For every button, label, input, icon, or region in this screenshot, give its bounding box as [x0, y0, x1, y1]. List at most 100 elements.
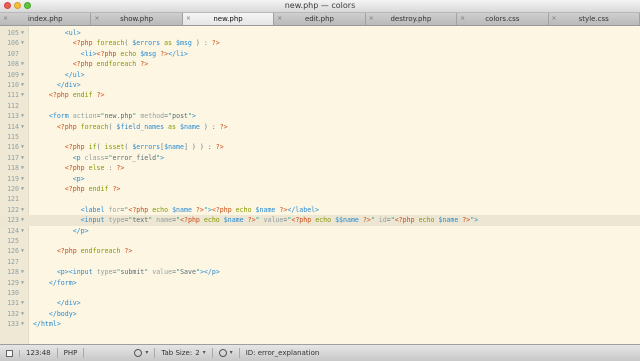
code-editor[interactable]: 105 ▼ <ul> 106 ▼ <?php foreach( $errors as …	[0, 26, 640, 344]
code-line[interactable]: 128 ▼ <p><input type="submit" value="Save…	[0, 267, 640, 277]
code-line[interactable]: 124 ▼ </p>	[0, 226, 640, 236]
fold-arrow-icon[interactable]: ▼	[21, 122, 27, 132]
chevron-down-icon: ▾	[145, 349, 149, 356]
close-tab-icon[interactable]: ×	[369, 13, 374, 25]
symbol-indicator[interactable]: ID: error_explanation	[240, 348, 326, 358]
code-line[interactable]: 126 ▼ <?php endforeach ?>	[0, 246, 640, 256]
gear-menu[interactable]: ▾	[128, 348, 156, 358]
fold-arrow-icon[interactable]: ▼	[21, 153, 27, 163]
fold-arrow-icon[interactable]: ▼	[21, 80, 27, 90]
code-text: <p><input type="submit" value="Save"></p…	[56, 268, 220, 277]
code-line[interactable]: 115	[0, 132, 640, 142]
code-text: <?php endif ?>	[64, 185, 121, 193]
code-text: </p>	[72, 226, 89, 235]
tab-show-php[interactable]: × show.php	[91, 13, 183, 25]
fold-arrow-icon[interactable]: ▼	[21, 38, 27, 48]
code-text: <label for="<?php echo $name ?>"><?php e…	[80, 205, 320, 214]
code-line[interactable]: 118 ▼ <?php else : ?>	[0, 163, 640, 173]
line-number: 108	[7, 60, 19, 69]
symbol-selector[interactable]: ▾	[213, 348, 240, 358]
code-line[interactable]: 122 ▼ <label for="<?php echo $name ?>"><?…	[0, 205, 640, 215]
code-line[interactable]: 112	[0, 101, 640, 111]
selection-box-icon	[6, 349, 13, 357]
tab-edit-php[interactable]: × edit.php	[274, 13, 366, 25]
tab-style-css[interactable]: × style.css	[549, 13, 640, 25]
fold-arrow-icon[interactable]: ▼	[21, 205, 27, 215]
code-line[interactable]: 133 ▼ </html>	[0, 319, 640, 329]
code-line[interactable]: 109 ▼ </ul>	[0, 70, 640, 80]
code-line[interactable]: 111 ▼ <?php endif ?>	[0, 90, 640, 100]
line-number: 106	[7, 39, 19, 48]
close-tab-icon[interactable]: ×	[277, 13, 282, 25]
status-selection-indicator	[0, 349, 20, 357]
code-line[interactable]: 107 <li><?php echo $msg ?></li>	[0, 49, 640, 59]
code-line[interactable]: 130	[0, 288, 640, 298]
code-line[interactable]: 105 ▼ <ul>	[0, 28, 640, 38]
fold-arrow-icon[interactable]: ▼	[21, 278, 27, 288]
chevron-down-icon: ▾	[229, 349, 233, 356]
cursor-position: 123:48	[20, 348, 58, 358]
tab-index-php[interactable]: × index.php	[0, 13, 92, 25]
code-line[interactable]: 114 ▼ <?php foreach( $field_names as $nam…	[0, 122, 640, 132]
line-number: 118	[7, 164, 19, 173]
close-tab-icon[interactable]: ×	[186, 13, 191, 25]
fold-arrow-icon[interactable]: ▼	[21, 226, 27, 236]
tab-colors-css[interactable]: × colors.css	[457, 13, 549, 25]
fold-arrow-icon[interactable]: ▼	[21, 215, 27, 225]
code-line[interactable]: 117 ▼ <p class="error_field">	[0, 153, 640, 163]
fold-arrow-icon[interactable]: ▼	[21, 184, 27, 194]
code-line[interactable]: 132 ▼ </body>	[0, 309, 640, 319]
fold-arrow-icon[interactable]: ▼	[21, 246, 27, 256]
code-text: <p>	[72, 174, 85, 183]
tab-new-php[interactable]: × new.php	[182, 13, 275, 25]
code-line[interactable]: 116 ▼ <?php if( isset( $errors[$name] ) )…	[0, 142, 640, 152]
line-number: 117	[7, 153, 19, 162]
fold-arrow-icon[interactable]: ▼	[21, 28, 27, 38]
fold-arrow-icon[interactable]: ▼	[21, 142, 27, 152]
code-line[interactable]: 119 ▼ <p>	[0, 174, 640, 184]
line-number: 132	[7, 309, 19, 318]
code-line[interactable]: 129 ▼ </form>	[0, 278, 640, 288]
fold-arrow-icon[interactable]: ▼	[21, 309, 27, 319]
code-line[interactable]: 108 ▼ <?php endforeach ?>	[0, 59, 640, 69]
code-line[interactable]: 120 ▼ <?php endif ?>	[0, 184, 640, 194]
code-line[interactable]: 131 ▼ </div>	[0, 298, 640, 308]
fold-arrow-icon[interactable]: ▼	[21, 298, 27, 308]
code-text: <ul>	[64, 29, 81, 37]
code-text: <li><?php echo $msg ?></li>	[80, 49, 188, 58]
syntax-selector[interactable]: PHP	[58, 348, 85, 358]
line-number: 122	[7, 205, 19, 214]
code-text: <?php endforeach ?>	[56, 247, 133, 256]
fold-arrow-icon[interactable]: ▼	[21, 319, 27, 329]
tab-size-selector[interactable]: Tab Size: 2 ▾	[155, 348, 213, 358]
gear-icon	[218, 349, 227, 357]
close-tab-icon[interactable]: ×	[94, 13, 99, 25]
close-tab-icon[interactable]: ×	[3, 13, 8, 25]
code-text: </div>	[56, 299, 81, 308]
fold-arrow-icon[interactable]: ▼	[21, 90, 27, 100]
fold-arrow-icon[interactable]: ▼	[21, 267, 27, 277]
fold-arrow-icon[interactable]: ▼	[21, 174, 27, 184]
code-line[interactable]: 121	[0, 194, 640, 204]
line-number: 123	[7, 216, 19, 225]
fold-arrow-icon[interactable]: ▼	[21, 59, 27, 69]
code-text: <?php foreach( $field_names as $name ) :…	[56, 122, 228, 131]
code-text: </div>	[56, 81, 81, 89]
fold-arrow-icon[interactable]: ▼	[21, 70, 27, 80]
line-number: 109	[7, 70, 19, 79]
close-tab-icon[interactable]: ×	[552, 13, 557, 25]
code-line[interactable]: 110 ▼ </div>	[0, 80, 640, 90]
fold-arrow-icon[interactable]: ▼	[21, 163, 27, 173]
code-line[interactable]: 113 ▼ <form action="new.php" method="post…	[0, 111, 640, 121]
code-line[interactable]: 125	[0, 236, 640, 246]
line-number: 111	[7, 91, 19, 100]
code-line[interactable]: 127	[0, 257, 640, 267]
line-number: 116	[7, 143, 19, 152]
close-tab-icon[interactable]: ×	[460, 13, 465, 25]
code-text: <?php else : ?>	[64, 164, 125, 173]
tab-size-value: 2	[195, 349, 200, 357]
code-line[interactable]: 106 ▼ <?php foreach( $errors as $msg ) : …	[0, 38, 640, 48]
fold-arrow-icon[interactable]: ▼	[21, 111, 27, 121]
tab-destroy-php[interactable]: × destroy.php	[366, 13, 458, 25]
code-line[interactable]: 123 ▼ <input type="text" name="<?php echo…	[0, 215, 640, 226]
